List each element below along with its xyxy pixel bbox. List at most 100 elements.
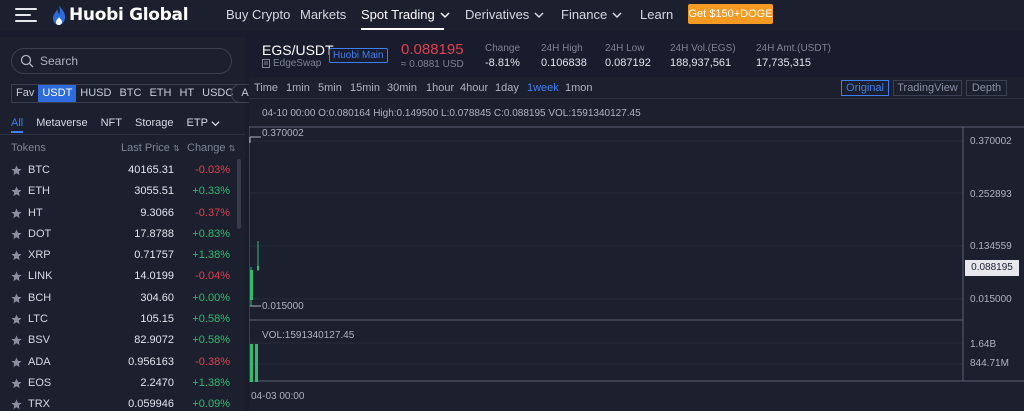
market-row[interactable]: BTC 40165.31 -0.03%: [0, 161, 240, 182]
market-row[interactable]: HT 9.3066 -0.37%: [0, 204, 240, 225]
token-symbol: LTC: [28, 313, 48, 326]
category-tab-label: Metaverse: [36, 117, 88, 129]
market-row[interactable]: LINK 14.0199 -0.04%: [0, 267, 240, 288]
kline-chart-panel: Time 1min 5min 15min 30min 1hour 4hour 1day 1wee…: [249, 77, 1024, 411]
market-row[interactable]: XRP 0.71757 +1.38%: [0, 246, 240, 267]
token-symbol: HT: [28, 206, 43, 219]
search-icon: [20, 54, 34, 68]
stat-24h-amt-label: 24H Amt.(USDT): [756, 43, 832, 54]
brand-logo[interactable]: Huobi Global: [52, 4, 189, 26]
search-box[interactable]: [11, 48, 232, 74]
col-header-tokens[interactable]: Tokens: [11, 142, 46, 154]
market-row[interactable]: ETH 3055.51 +0.33%: [0, 182, 240, 203]
star-icon[interactable]: [11, 229, 22, 240]
nav-label: Spot Trading: [361, 7, 435, 22]
candle-1: [250, 270, 253, 300]
chevron-down-icon: [612, 11, 622, 18]
token-symbol: TRX: [28, 398, 50, 411]
quote-tab-usdt[interactable]: USDT: [38, 85, 77, 102]
chevron-down-icon: [440, 11, 450, 18]
zone-badge: Huobi Main: [329, 48, 388, 63]
token-change: -0.38%: [195, 355, 230, 368]
search-input[interactable]: [40, 54, 220, 68]
nav-derivatives[interactable]: Derivatives: [465, 7, 544, 22]
usd-equivalent: ≈ 0.0881 USD: [401, 59, 464, 70]
menu-icon[interactable]: [15, 8, 37, 22]
promo-button[interactable]: Get $150+DOGE: [688, 4, 773, 24]
stat-24h-high-label: 24H High: [541, 43, 583, 54]
token-change: -0.04%: [195, 270, 230, 283]
token-change: +0.83%: [192, 227, 230, 240]
nav-buy-crypto[interactable]: Buy Crypto: [226, 7, 290, 22]
market-row[interactable]: BCH 304.60 +0.00%: [0, 289, 240, 310]
star-icon[interactable]: [11, 165, 22, 176]
nav-markets[interactable]: Markets: [300, 7, 346, 22]
market-row[interactable]: BSV 82.9072 +0.58%: [0, 331, 240, 352]
category-tab-metaverse[interactable]: Metaverse: [36, 117, 87, 129]
token-price: 0.71757: [134, 249, 174, 262]
document-icon: [262, 59, 270, 68]
scrollbar[interactable]: [237, 157, 241, 411]
token-change: +0.58%: [192, 334, 230, 347]
nav-label: Learn: [640, 7, 674, 22]
token-change: +1.38%: [192, 376, 230, 389]
category-tab-storage[interactable]: Storage: [135, 117, 174, 129]
star-icon[interactable]: [11, 378, 22, 389]
volume-bar-2: [255, 344, 258, 382]
star-icon[interactable]: [11, 208, 22, 219]
market-row[interactable]: TRX 0.059946 +0.09%: [0, 395, 240, 411]
stat-24h-amt-value: 17,735,315: [756, 57, 812, 69]
category-tab-label: NFT: [100, 117, 122, 129]
market-row[interactable]: EOS 2.2470 +1.38%: [0, 374, 240, 395]
token-price: 2.2470: [140, 376, 174, 389]
col-header-last-price[interactable]: Last Price ⇅: [121, 142, 180, 154]
stat-24h-vol-value: 188,937,561: [670, 57, 732, 69]
trading-pair[interactable]: EGS/USDT: [262, 42, 334, 58]
star-icon[interactable]: [11, 357, 22, 368]
gridlines: [249, 140, 963, 365]
token-price: 9.3066: [140, 206, 174, 219]
market-row[interactable]: DOT 17.8788 +0.83%: [0, 225, 240, 246]
quote-tab-btc[interactable]: BTC: [115, 85, 145, 102]
star-icon[interactable]: [11, 335, 22, 346]
quote-tab-fav[interactable]: Fav: [12, 85, 38, 102]
coin-name[interactable]: EdgeSwap: [262, 58, 321, 69]
quote-tab-ht[interactable]: HT: [175, 85, 198, 102]
high-price-label: 0.370002: [262, 128, 304, 139]
scroll-thumb[interactable]: [237, 159, 241, 229]
quote-tabs-more[interactable]: [231, 84, 245, 103]
col-header-change[interactable]: Change ⇅: [187, 142, 235, 154]
star-icon[interactable]: [11, 399, 22, 410]
kline-plot[interactable]: [249, 77, 1024, 411]
token-symbol: EOS: [28, 376, 52, 389]
quote-tab-husd[interactable]: HUSD: [76, 85, 115, 102]
price-axis-label: 0.015000: [970, 294, 1012, 305]
category-tab-all[interactable]: All: [11, 117, 24, 133]
token-symbol: BSV: [28, 334, 51, 347]
star-icon[interactable]: [11, 250, 22, 261]
market-row[interactable]: ADA 0.956163 -0.38%: [0, 353, 240, 374]
category-tab-nft[interactable]: NFT: [101, 117, 122, 129]
date-axis-label: 04-03 00:00: [251, 391, 305, 402]
token-price: 17.8788: [134, 227, 174, 240]
nav-spot-trading[interactable]: Spot Trading: [361, 7, 450, 22]
volume-axis-label: 844.71M: [970, 358, 1009, 369]
token-price: 0.956163: [128, 355, 174, 368]
nav-label: Finance: [561, 7, 608, 22]
stat-24h-vol-label: 24H Vol.(EGS): [670, 43, 736, 54]
active-nav-underline: [361, 28, 444, 30]
market-row[interactable]: LTC 105.15 +0.58%: [0, 310, 240, 331]
quote-tab-eth[interactable]: ETH: [145, 85, 175, 102]
star-icon[interactable]: [11, 271, 22, 282]
token-change: -0.37%: [195, 206, 230, 219]
star-icon[interactable]: [11, 293, 22, 304]
current-price-marker: 0.088195: [965, 260, 1019, 276]
nav-learn[interactable]: Learn: [640, 7, 673, 22]
category-tab-etp[interactable]: ETP: [187, 117, 220, 129]
token-symbol: BCH: [28, 291, 52, 304]
nav-finance[interactable]: Finance: [561, 7, 622, 22]
category-tab-label: ETP: [186, 117, 208, 129]
token-price: 40165.31: [128, 164, 174, 176]
star-icon[interactable]: [11, 186, 22, 197]
star-icon[interactable]: [11, 314, 22, 325]
